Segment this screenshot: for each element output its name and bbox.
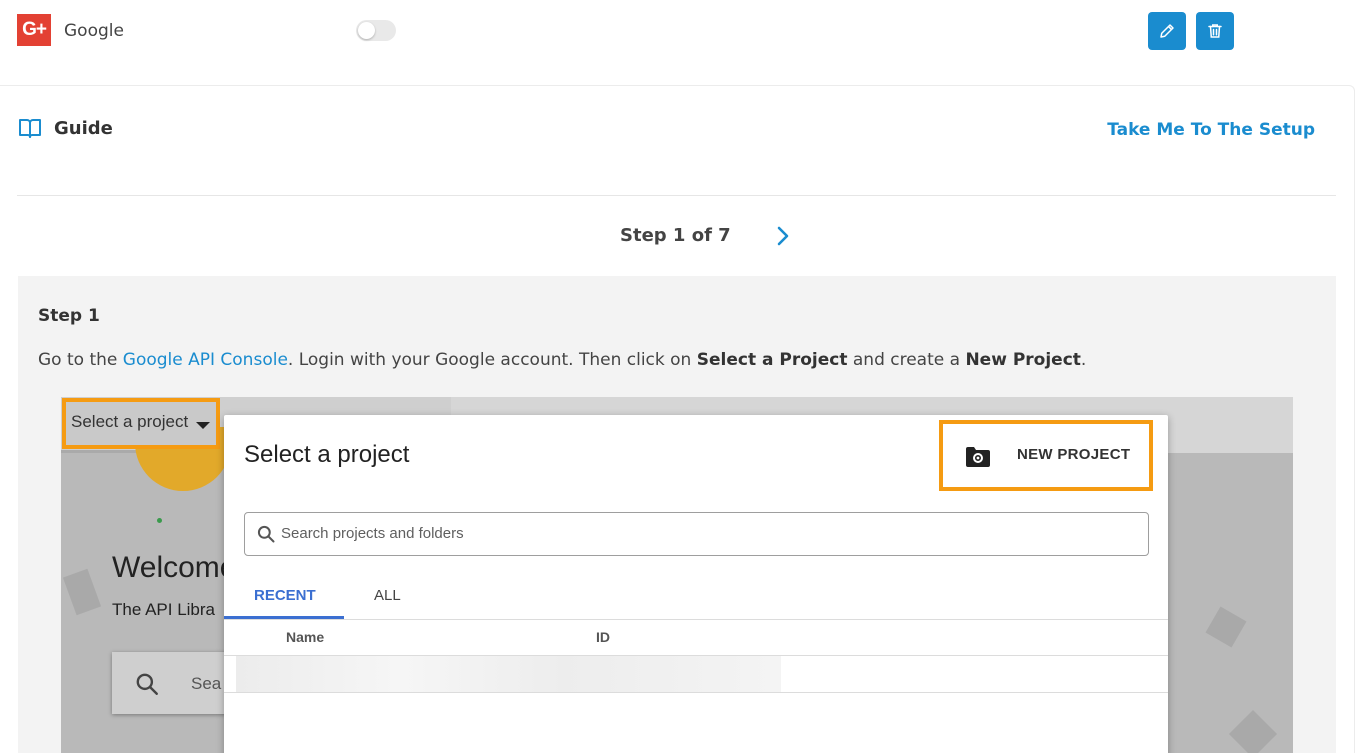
new-project-button: NEW PROJECT [939, 420, 1153, 491]
book-icon [19, 119, 41, 138]
tab-all: ALL [374, 587, 401, 604]
provider-name: Google [64, 21, 124, 41]
folder-settings-icon [966, 447, 990, 467]
dialog-title: Select a project [244, 441, 410, 468]
select-project-emphasis: Select a Project [696, 350, 848, 370]
row-divider [224, 692, 1168, 693]
pencil-icon [1160, 24, 1174, 38]
provider-row: G+ Google [0, 0, 1357, 70]
select-project-dialog: Select a project NEW PROJECT RECENT ALL … [224, 415, 1168, 753]
next-step-button[interactable] [772, 224, 794, 252]
enable-toggle[interactable] [356, 20, 396, 41]
decorative-dot [157, 518, 162, 523]
step-counter: Step 1 of 7 [620, 225, 731, 246]
background-search-text: Sea [191, 674, 222, 693]
select-project-label: Select a project [71, 412, 189, 431]
decorative-shape [1205, 606, 1247, 648]
new-project-emphasis: New Project [965, 350, 1081, 370]
column-header-name: Name [286, 629, 325, 645]
caret-down-icon [196, 422, 210, 429]
google-api-console-link[interactable]: Google API Console [123, 350, 288, 370]
step-heading: Step 1 [38, 306, 100, 326]
blurred-project-row [236, 656, 781, 692]
delete-button[interactable] [1196, 12, 1234, 50]
step-text-middle: . Login with your Google account. Then c… [287, 350, 697, 370]
edit-button[interactable] [1148, 12, 1186, 50]
select-project-button: Select a project [62, 398, 220, 449]
guide-title: Guide [54, 117, 113, 139]
tab-recent: RECENT [254, 587, 316, 604]
new-project-label: NEW PROJECT [1017, 446, 1131, 463]
api-library-text: The API Libra [112, 600, 216, 619]
column-header-id: ID [596, 629, 610, 645]
project-search-input [281, 525, 1101, 542]
chevron-right-icon [777, 226, 789, 246]
console-screenshot: Select a project Welcome The API Libra S… [61, 397, 1293, 753]
trash-icon [1208, 24, 1222, 38]
tabs-divider [224, 619, 1168, 620]
toggle-knob [358, 22, 375, 39]
take-me-to-setup-link[interactable]: Take Me To The Setup [1107, 120, 1315, 140]
project-search-field [244, 512, 1149, 556]
step-text-and: and create a [847, 350, 966, 370]
google-plus-logo: G+ [17, 14, 51, 46]
step-text-before: Go to the [38, 350, 123, 370]
welcome-heading: Welcome [112, 551, 237, 584]
decorative-shape [62, 568, 102, 616]
step-text-end: . [1080, 350, 1087, 370]
divider [17, 195, 1336, 196]
step-instructions: Go to the Google API Console. Login with… [38, 350, 1086, 370]
search-icon [257, 525, 275, 543]
search-icon [136, 673, 158, 695]
guide-header: Guide [18, 117, 113, 139]
decorative-shape [1228, 709, 1278, 753]
